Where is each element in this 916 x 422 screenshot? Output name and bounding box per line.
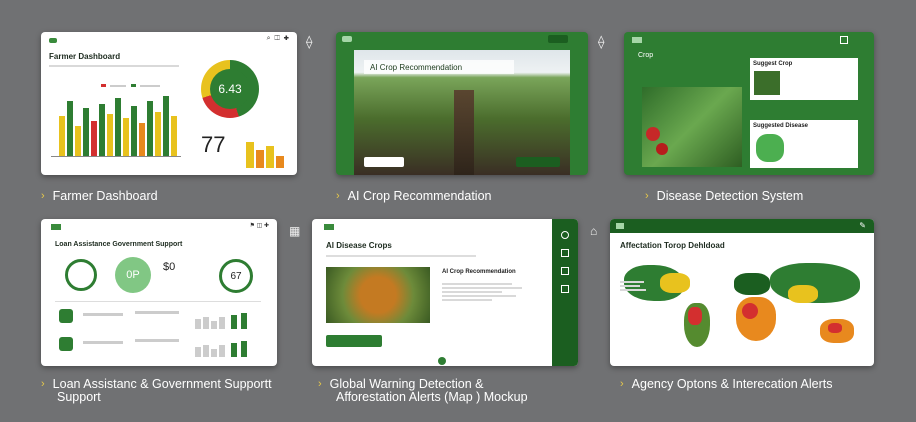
loan-assistance-card[interactable]: ⚑ ◫ ✚ Loan Assistance Government Support… <box>41 219 277 366</box>
action-button[interactable] <box>326 335 382 347</box>
card-subtitle: AI Crop Recommendation <box>442 269 516 275</box>
page-title: Farmer Dashboard <box>49 52 121 61</box>
right-sidebar[interactable] <box>552 219 578 366</box>
suggest-crop-panel: Suggest Crop <box>750 58 858 100</box>
mini-bars <box>246 134 286 168</box>
toolbar-icons[interactable]: ⌕ ◫ ✚ <box>267 35 289 43</box>
circle-value: 0P <box>115 257 151 293</box>
legend <box>101 74 181 87</box>
leaf-image <box>642 87 742 167</box>
card-title: Affectation Torop Dehldoad <box>620 241 725 250</box>
primary-button[interactable] <box>516 157 560 167</box>
card-title: AI Crop Recommendation <box>364 60 514 74</box>
secondary-button[interactable] <box>364 157 404 167</box>
connector-icon-1: ⟠ <box>306 34 313 49</box>
percent-ring: 67 <box>219 259 253 293</box>
top-bar: ✎ <box>610 219 874 233</box>
connector-icon-2: ⟠ <box>598 34 605 49</box>
disease-image <box>326 267 430 323</box>
building-icon: ⌂ <box>590 224 598 238</box>
logo-icon <box>324 224 334 230</box>
caption-crop: › AI Crop Recommendation <box>336 189 492 203</box>
gauge-chart: 6.43 <box>201 60 259 118</box>
logo-icon <box>632 37 642 43</box>
furrow <box>454 90 474 175</box>
details-list <box>442 281 542 303</box>
toolbar-icons[interactable]: ⚑ ◫ ✚ <box>250 222 269 229</box>
bar-chart <box>51 87 181 157</box>
logo-icon <box>342 36 352 42</box>
logo-icon <box>51 224 61 230</box>
world-map[interactable] <box>620 259 870 359</box>
caption-loan: › Loan Assistanc & Government Supportt Su… <box>41 377 272 404</box>
crop-recommendation-card[interactable]: AI Crop Recommendation <box>336 32 588 175</box>
loan-table <box>55 307 261 357</box>
map-dashboard-card[interactable]: ✎ Affectation Torop Dehldoad <box>610 219 874 366</box>
caption-map: › Agency Optons & Interecation Alerts <box>620 377 833 391</box>
global-warming-card[interactable]: AI Disease Crops AI Crop Recommendation <box>312 219 578 366</box>
farmer-dashboard-card[interactable]: ⌕ ◫ ✚ Farmer Dashboard 6.43 77 <box>41 32 297 175</box>
score-value: $0 <box>163 261 176 273</box>
caption-disease: › Disease Detection System <box>645 189 804 203</box>
map-legend <box>620 279 650 293</box>
suggested-disease-panel: Suggested Disease <box>750 120 858 168</box>
disease-detection-card[interactable]: Crop Suggest Crop Suggested Disease <box>624 32 874 175</box>
caption-warming: › Global Warning Detection & Afforestatio… <box>318 377 528 404</box>
logo-icon <box>49 38 57 43</box>
card-title: Loan Assistance Government Support <box>55 241 183 248</box>
calendar-icon: ▦ <box>289 224 301 238</box>
menu-button[interactable] <box>548 35 568 43</box>
card-title: Crop <box>638 52 654 59</box>
card-title: AI Disease Crops <box>326 241 392 250</box>
progress-ring <box>65 259 97 291</box>
page-dot[interactable] <box>438 357 446 365</box>
caption-farmer: › Farmer Dashboard <box>41 189 158 203</box>
field-image: AI Crop Recommendation <box>354 50 570 175</box>
subtitle-lines <box>49 63 179 69</box>
big-number: 77 <box>201 132 226 157</box>
gauge-value: 6.43 <box>210 69 250 109</box>
square-icon[interactable] <box>840 36 848 44</box>
